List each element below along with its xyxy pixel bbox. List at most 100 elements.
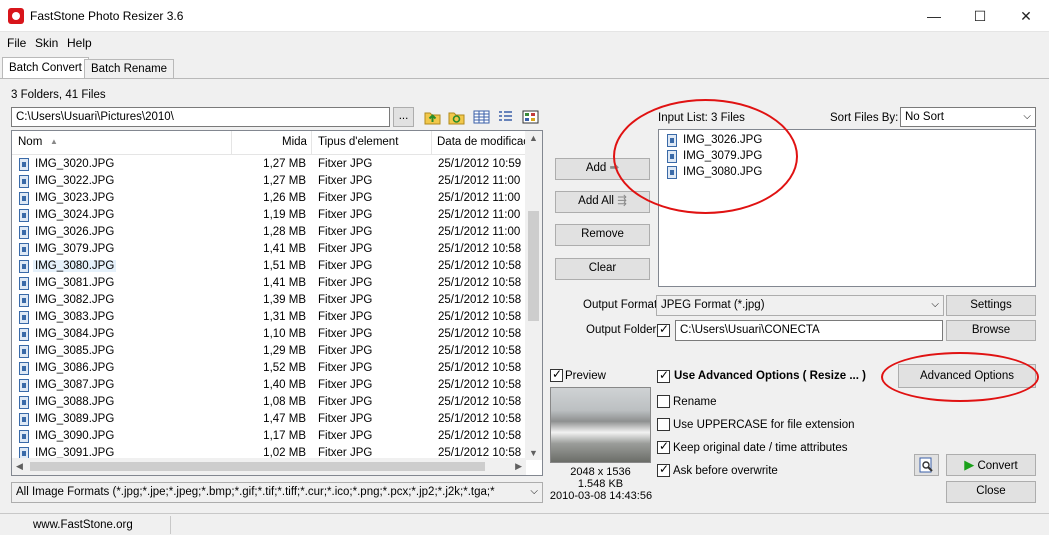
- horizontal-scroll-thumb[interactable]: [30, 462, 485, 471]
- column-type[interactable]: Tipus d'element: [318, 136, 398, 148]
- tab-batch-rename[interactable]: Batch Rename: [84, 59, 175, 79]
- file-date: 25/1/2012 10:58: [438, 328, 522, 340]
- horizontal-scrollbar[interactable]: ◀ ▶: [12, 458, 526, 475]
- file-name: IMG_3084.JPG: [35, 328, 115, 340]
- image-file-icon: [19, 328, 29, 341]
- preview-button[interactable]: [914, 454, 939, 476]
- table-row[interactable]: IMG_3088.JPG 1,08 MB Fitxer JPG 25/1/2012 1…: [12, 394, 526, 411]
- file-date: 25/1/2012 10:58: [438, 243, 522, 255]
- status-website[interactable]: www.FastStone.org: [33, 519, 133, 531]
- column-size[interactable]: Mida: [282, 136, 307, 148]
- image-file-icon: [19, 175, 29, 188]
- view-details-icon[interactable]: [473, 109, 490, 125]
- file-date: 25/1/2012 10:58: [438, 311, 522, 323]
- remove-button[interactable]: Remove: [555, 224, 650, 246]
- preview-dimensions: 2048 x 1536: [570, 466, 631, 478]
- column-name[interactable]: Nom: [18, 136, 42, 148]
- file-type: Fitxer JPG: [318, 260, 373, 272]
- minimize-button[interactable]: —: [911, 0, 957, 32]
- file-type: Fitxer JPG: [318, 277, 373, 289]
- browse-path-button[interactable]: ...: [393, 107, 414, 127]
- maximize-button[interactable]: ☐: [957, 0, 1003, 32]
- uppercase-extension-checkbox[interactable]: [657, 418, 670, 431]
- table-row[interactable]: IMG_3079.JPG 1,41 MB Fitxer JPG 25/1/2012 1…: [12, 241, 526, 258]
- table-row[interactable]: IMG_3090.JPG 1,17 MB Fitxer JPG 25/1/2012 1…: [12, 428, 526, 445]
- file-size: 1,51 MB: [263, 260, 306, 272]
- scroll-down-icon[interactable]: ▼: [529, 448, 538, 458]
- table-row[interactable]: IMG_3084.JPG 1,10 MB Fitxer JPG 25/1/2012 1…: [12, 326, 526, 343]
- file-name: IMG_3080.JPG: [33, 260, 117, 272]
- keep-date-checkbox[interactable]: [657, 439, 670, 454]
- table-row[interactable]: IMG_3087.JPG 1,40 MB Fitxer JPG 25/1/2012 1…: [12, 377, 526, 394]
- refresh-icon[interactable]: [448, 109, 465, 125]
- file-name: IMG_3026.JPG: [35, 226, 115, 238]
- annotation-ellipse-advanced-options: [881, 352, 1039, 402]
- browse-folder-button[interactable]: Browse: [946, 320, 1036, 341]
- table-row[interactable]: IMG_3089.JPG 1,47 MB Fitxer JPG 25/1/2012 1…: [12, 411, 526, 428]
- preview-file-size: 1.548 KB: [577, 478, 624, 490]
- output-folder-checkbox[interactable]: [657, 322, 670, 337]
- file-size: 1,41 MB: [263, 243, 306, 255]
- scroll-right-icon[interactable]: ▶: [515, 461, 522, 472]
- file-list[interactable]: Nom ▲ Mida Tipus d'element Data de modif…: [11, 130, 543, 476]
- file-date: 25/1/2012 11:00: [438, 209, 521, 221]
- file-date: 25/1/2012 11:00: [438, 192, 521, 204]
- output-folder-label: Output Folder:: [586, 324, 660, 336]
- menu-skin[interactable]: Skin: [35, 36, 58, 50]
- advanced-options-checkbox[interactable]: [657, 368, 670, 383]
- close-button[interactable]: Close: [946, 481, 1036, 503]
- app-icon: [8, 8, 24, 24]
- menu-help[interactable]: Help: [67, 36, 92, 50]
- vertical-scroll-thumb[interactable]: [528, 211, 539, 321]
- table-row[interactable]: IMG_3020.JPG 1,27 MB Fitxer JPG 25/1/2012 1…: [12, 156, 526, 173]
- view-list-icon[interactable]: [497, 109, 514, 125]
- preview-checkbox[interactable]: [550, 367, 563, 382]
- convert-button-label: Convert: [977, 460, 1018, 472]
- sort-select[interactable]: No Sort ⌵: [900, 107, 1036, 127]
- scroll-left-icon[interactable]: ◀: [16, 461, 23, 472]
- ask-overwrite-label: Ask before overwrite: [673, 465, 778, 477]
- file-date: 25/1/2012 10:58: [438, 277, 522, 289]
- column-date[interactable]: Data de modificaci: [437, 136, 525, 148]
- file-type: Fitxer JPG: [318, 209, 373, 221]
- file-type-filter[interactable]: All Image Formats (*.jpg;*.jpe;*.jpeg;*.…: [11, 482, 543, 503]
- table-row[interactable]: IMG_3082.JPG 1,39 MB Fitxer JPG 25/1/2012 1…: [12, 292, 526, 309]
- output-format-select[interactable]: JPEG Format (*.jpg) ⌵: [656, 295, 944, 316]
- table-row[interactable]: IMG_3023.JPG 1,26 MB Fitxer JPG 25/1/2012 1…: [12, 190, 526, 207]
- ask-overwrite-checkbox[interactable]: [657, 462, 670, 477]
- menu-file[interactable]: File: [7, 36, 26, 50]
- table-row[interactable]: IMG_3024.JPG 1,19 MB Fitxer JPG 25/1/2012 1…: [12, 207, 526, 224]
- rename-checkbox[interactable]: [657, 395, 670, 408]
- file-date: 25/1/2012 10:58: [438, 413, 522, 425]
- clear-button[interactable]: Clear: [555, 258, 650, 280]
- file-type: Fitxer JPG: [318, 226, 373, 238]
- table-row[interactable]: IMG_3086.JPG 1,52 MB Fitxer JPG 25/1/2012 1…: [12, 360, 526, 377]
- tab-divider: [0, 78, 1049, 79]
- table-row[interactable]: IMG_3026.JPG 1,28 MB Fitxer JPG 25/1/2012 1…: [12, 224, 526, 241]
- file-name: IMG_3079.JPG: [35, 243, 115, 255]
- table-row[interactable]: IMG_3085.JPG 1,29 MB Fitxer JPG 25/1/2012 1…: [12, 343, 526, 360]
- file-type: Fitxer JPG: [318, 413, 373, 425]
- image-file-icon: [19, 311, 29, 324]
- close-window-button[interactable]: ✕: [1003, 0, 1049, 32]
- view-thumbnails-icon[interactable]: [522, 109, 539, 125]
- settings-button[interactable]: Settings: [946, 295, 1036, 316]
- output-folder-input[interactable]: C:\Users\Usuari\CONECTA: [675, 320, 943, 341]
- file-size: 1,19 MB: [263, 209, 306, 221]
- table-row[interactable]: IMG_3083.JPG 1,31 MB Fitxer JPG 25/1/2012 1…: [12, 309, 526, 326]
- image-file-icon: [19, 243, 29, 256]
- play-icon: ▶: [964, 457, 975, 472]
- preview-icon: [919, 457, 933, 473]
- window-title: FastStone Photo Resizer 3.6: [30, 9, 184, 23]
- folder-up-icon[interactable]: [424, 109, 441, 125]
- table-row[interactable]: IMG_3080.JPG 1,51 MB Fitxer JPG 25/1/2012 1…: [12, 258, 526, 275]
- file-type: Fitxer JPG: [318, 430, 373, 442]
- table-row[interactable]: IMG_3022.JPG 1,27 MB Fitxer JPG 25/1/2012 1…: [12, 173, 526, 190]
- scroll-up-icon[interactable]: ▲: [529, 133, 538, 143]
- convert-button[interactable]: ▶ Convert: [946, 454, 1036, 476]
- table-row[interactable]: IMG_3081.JPG 1,41 MB Fitxer JPG 25/1/2012 1…: [12, 275, 526, 292]
- vertical-scrollbar[interactable]: ▲ ▼: [525, 131, 542, 460]
- tab-batch-convert[interactable]: Batch Convert: [2, 57, 89, 78]
- path-input[interactable]: C:\Users\Usuari\Pictures\2010\: [11, 107, 390, 127]
- image-file-icon: [19, 345, 29, 358]
